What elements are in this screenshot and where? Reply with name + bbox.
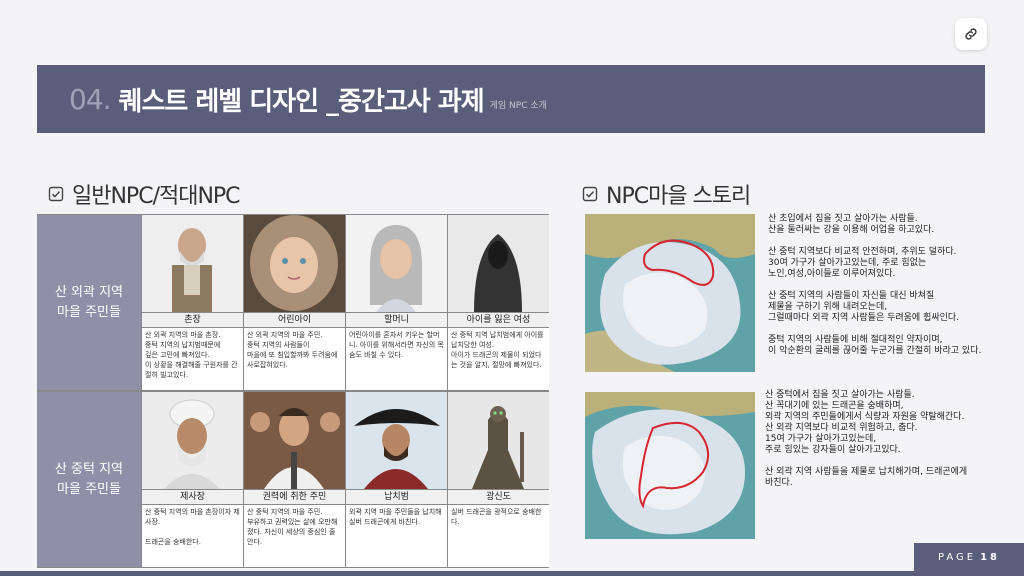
npc-portrait (448, 215, 549, 313)
link-icon (965, 28, 977, 40)
page-title: 퀘스트 레벨 디자인 _중간고사 과제 (118, 86, 485, 117)
right-section-title: NPC마을 스토리 (582, 178, 751, 210)
page-indicator: PAGE 18 (914, 543, 1024, 571)
npc-card: 어린아이 산 외곽 지역의 마을 주민. 중턱 지역의 사람들이 마을에 또 침… (244, 215, 346, 390)
npc-portrait (142, 392, 243, 490)
npc-card: 권력에 취한 주민 산 중턱 지역의 마을 주민. 부유하고 권력있는 삶에 오… (244, 392, 346, 567)
npc-description: 외곽 지역 마을 주민들을 납치해 실버 드래곤에게 바친다. (349, 508, 442, 526)
npc-description: 산 중턱 지역의 마을 촌장이자 제사장. 드래곤을 숭배한다. (145, 508, 240, 546)
npc-name: 제사장 (142, 490, 243, 505)
npc-card: 촌장 산 외곽 지역의 마을 촌장. 중턱 지역의 납치범때문에 깊은 고민에 … (142, 215, 244, 390)
npc-description: 산 중턱 지역 납치범에게 아이를 납치당한 여성. 아이가 드래곤의 제물이 … (451, 331, 544, 369)
npc-portrait (346, 392, 447, 490)
npc-portrait (244, 215, 345, 313)
story-outskirts: 산 초입에서 집을 짓고 살아가는 사람들. 산을 둘러싸는 강을 이용해 어업… (768, 214, 982, 356)
npc-name: 납치범 (346, 490, 447, 505)
left-section-title-text: 일반NPC/적대NPC (72, 184, 241, 209)
npc-card: 제사장 산 중턱 지역의 마을 촌장이자 제사장. 드래곤을 숭배한다. (142, 392, 244, 567)
story-midslope: 산 중턱에서 집을 짓고 살아가는 사람들. 산 꼭대기에 있는 드래곤을 숭배… (765, 390, 968, 488)
npc-card: 할머니 어린아이를 혼자서 키우는 할머니. 아이를 위해서라면 자신의 목숨도… (346, 215, 448, 390)
npc-portrait (448, 392, 549, 490)
right-section-title-text: NPC마을 스토리 (606, 184, 751, 209)
header-subtitle: 게임 NPC 소개 (489, 100, 547, 111)
village-map-outskirts (585, 214, 755, 372)
npc-name: 권력에 취한 주민 (244, 490, 345, 505)
npc-name: 촌장 (142, 313, 243, 328)
npc-name: 광신도 (448, 490, 549, 505)
npc-card: 아이를 잃은 여성 산 중턱 지역 납치범에게 아이를 납치당한 여성. 아이가… (448, 215, 549, 390)
header-number: 04. (69, 82, 112, 116)
page-header: 04. 퀘스트 레벨 디자인 _중간고사 과제 게임 NPC 소개 (37, 65, 985, 133)
npc-portrait (142, 215, 243, 313)
npc-portrait (244, 392, 345, 490)
page-number: 18 (980, 551, 1001, 563)
npc-group-outskirts: 산 외곽 지역 마을 주민들 촌장 산 외곽 지역의 마을 촌장. 중턱 지역의… (37, 214, 549, 391)
npc-group-midslope: 산 중턱 지역 마을 주민들 제사장 산 중턱 지역의 마을 촌장이자 제사장.… (37, 391, 549, 568)
group-label: 산 중턱 지역 마을 주민들 (37, 392, 142, 567)
npc-name: 어린아이 (244, 313, 345, 328)
npc-description: 어린아이를 혼자서 키우는 할머니. 아이를 위해서라면 자신의 목숨도 바칠 … (349, 331, 444, 359)
footer-bar (0, 571, 1024, 576)
npc-description: 산 중턱 지역의 마을 주민. 부유하고 권력있는 삶에 오만해졌다. 자신이 … (247, 508, 338, 546)
group-label: 산 외곽 지역 마을 주민들 (37, 215, 142, 390)
npc-name: 할머니 (346, 313, 447, 328)
npc-description: 산 외곽 지역의 마을 촌장. 중턱 지역의 납치범때문에 깊은 고민에 빠져있… (145, 331, 238, 379)
npc-card: 납치범 외곽 지역 마을 주민들을 납치해 실버 드래곤에게 바친다. (346, 392, 448, 567)
npc-description: 산 외곽 지역의 마을 주민. 중턱 지역의 사람들이 마을에 또 침입할까봐 … (247, 331, 338, 369)
checkbox-icon (582, 186, 598, 202)
npc-name: 아이를 잃은 여성 (448, 313, 549, 328)
npc-description: 실버 드래곤을 광적으로 숭배한다. (451, 508, 542, 526)
checkbox-icon (48, 186, 64, 202)
left-section-title: 일반NPC/적대NPC (48, 178, 241, 210)
npc-card: 광신도 실버 드래곤을 광적으로 숭배한다. (448, 392, 549, 567)
npc-portrait (346, 215, 447, 313)
page-label: PAGE (937, 551, 977, 563)
link-button[interactable] (955, 18, 987, 50)
village-map-midslope (585, 392, 755, 539)
